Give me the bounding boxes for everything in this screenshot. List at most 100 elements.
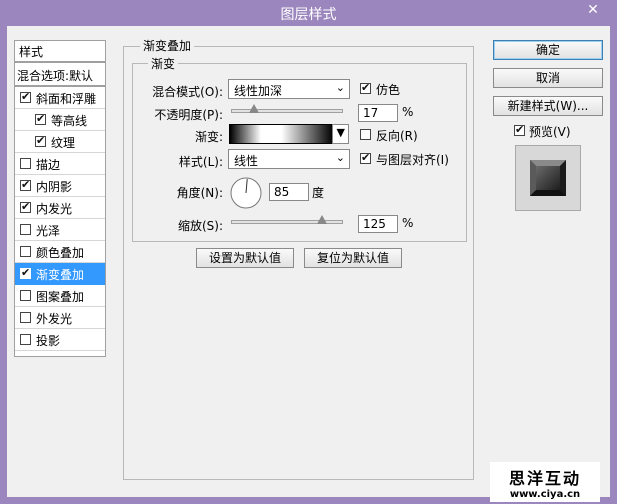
style-list-item[interactable]: ✔ 内阴影 xyxy=(15,175,105,197)
style-list-item[interactable]: 投影 xyxy=(15,329,105,351)
opacity-value: 17 xyxy=(363,106,379,120)
styles-header-label: 样式 xyxy=(19,45,44,59)
gradient-subgroup-title: 渐变 xyxy=(148,55,179,72)
watermark-title: 思洋互动 xyxy=(508,469,581,488)
opacity-percent: % xyxy=(402,105,414,119)
angle-value: 85 xyxy=(274,185,290,199)
style-checkbox[interactable]: ✔ xyxy=(35,112,46,125)
style-list-item-label: 图案叠加 xyxy=(36,290,85,304)
close-icon[interactable]: ✕ xyxy=(573,1,613,19)
preview-label: 预览(V) xyxy=(529,125,571,139)
style-list-item[interactable]: ✔ 纹理 xyxy=(15,131,105,153)
style-list-item-label: 纹理 xyxy=(51,136,76,150)
style-select[interactable]: 线性 ⌄ xyxy=(228,149,350,169)
style-list-item[interactable]: 光泽 xyxy=(15,219,105,241)
window-title: 图层样式 xyxy=(280,7,337,23)
dither-checkbox[interactable]: ✔ xyxy=(360,81,371,94)
check-icon: ✔ xyxy=(36,134,46,147)
preview-swatch xyxy=(530,160,566,196)
check-icon: ✔ xyxy=(36,112,46,125)
style-value: 线性 xyxy=(234,154,259,168)
ok-button[interactable]: 确定 xyxy=(493,40,603,60)
blend-mode-label: 混合模式(O): xyxy=(152,85,223,99)
style-list-item[interactable]: 外发光 xyxy=(15,307,105,329)
style-list-item[interactable]: 图案叠加 xyxy=(15,285,105,307)
scale-input[interactable]: 125 xyxy=(358,215,398,233)
opacity-label: 不透明度(P): xyxy=(154,108,223,122)
angle-input[interactable]: 85 xyxy=(269,183,309,201)
style-checkbox[interactable]: ✔ xyxy=(20,90,31,103)
style-checkbox[interactable] xyxy=(20,224,31,235)
reset-default-button[interactable]: 复位为默认值 xyxy=(304,248,402,268)
style-list-item-label: 等高线 xyxy=(51,114,88,128)
style-list-item-label: 投影 xyxy=(36,334,61,348)
opacity-slider[interactable] xyxy=(231,104,343,113)
style-list-item-label: 描边 xyxy=(36,158,61,172)
blending-options-label: 混合选项:默认 xyxy=(17,69,94,83)
triangle-down-icon: ▼ xyxy=(336,126,345,139)
style-list-item[interactable]: 描边 xyxy=(15,153,105,175)
reverse-label: 反向(R) xyxy=(376,129,418,143)
check-icon: ✔ xyxy=(21,90,31,103)
align-label: 与图层对齐(I) xyxy=(376,153,449,167)
style-list-item-label: 外发光 xyxy=(36,312,73,326)
style-checkbox[interactable] xyxy=(20,312,31,323)
dialog-body: 样式 混合选项:默认 ✔ 斜面和浮雕 ✔ 等高线 ✔ 纹理 描边 ✔ 内阴影 ✔ 内发光 光泽 颜色叠加… xyxy=(7,26,610,497)
style-list-item-label: 光泽 xyxy=(36,224,61,238)
check-icon: ✔ xyxy=(361,151,371,164)
style-list-item-label: 渐变叠加 xyxy=(36,268,85,282)
blend-mode-value: 线性加深 xyxy=(234,84,283,98)
scale-percent: % xyxy=(402,216,414,230)
style-checkbox[interactable]: ✔ xyxy=(20,200,31,213)
style-list-item[interactable]: ✔ 斜面和浮雕 xyxy=(15,87,105,109)
angle-dial[interactable] xyxy=(229,176,263,210)
title-bar: 图层样式 ✕ xyxy=(0,0,617,26)
check-icon: ✔ xyxy=(21,266,31,279)
scale-value: 125 xyxy=(363,217,386,231)
chevron-down-icon: ⌄ xyxy=(335,151,345,164)
scale-slider-thumb[interactable] xyxy=(316,215,327,224)
preview-checkbox[interactable]: ✔ xyxy=(514,123,525,136)
new-style-button[interactable]: 新建样式(W)... xyxy=(493,96,603,116)
angle-unit: 度 xyxy=(312,186,325,200)
style-checkbox[interactable]: ✔ xyxy=(20,266,31,279)
style-list-item-label: 内发光 xyxy=(36,202,73,216)
gradient-overlay-title: 渐变叠加 xyxy=(140,37,195,54)
blend-mode-select[interactable]: 线性加深 ⌄ xyxy=(228,79,350,99)
opacity-slider-thumb[interactable] xyxy=(249,104,260,113)
opacity-input[interactable]: 17 xyxy=(358,104,398,122)
check-icon: ✔ xyxy=(21,200,31,213)
check-icon: ✔ xyxy=(515,123,525,136)
watermark: 思洋互动 www.ciya.cn xyxy=(490,462,600,502)
style-checkbox[interactable]: ✔ xyxy=(20,178,31,191)
angle-label: 角度(N): xyxy=(176,186,223,200)
style-list-item[interactable]: ✔ 渐变叠加 xyxy=(15,263,105,285)
dither-label: 仿色 xyxy=(376,83,401,97)
style-list-item[interactable]: ✔ 内发光 xyxy=(15,197,105,219)
check-icon: ✔ xyxy=(361,81,371,94)
cancel-button[interactable]: 取消 xyxy=(493,68,603,88)
style-checkbox[interactable] xyxy=(20,246,31,257)
style-list-item[interactable]: ✔ 等高线 xyxy=(15,109,105,131)
gradient-dropdown[interactable]: ▼ xyxy=(332,124,349,144)
style-checkbox[interactable] xyxy=(20,290,31,301)
check-icon: ✔ xyxy=(21,178,31,191)
style-preview xyxy=(515,145,581,211)
style-list: ✔ 斜面和浮雕 ✔ 等高线 ✔ 纹理 描边 ✔ 内阴影 ✔ 内发光 光泽 颜色叠加 ✔ 渐变叠加 图案叠加 外发… xyxy=(14,86,106,357)
blending-options[interactable]: 混合选项:默认 xyxy=(14,62,106,86)
scale-slider[interactable] xyxy=(231,215,343,224)
style-list-item-label: 颜色叠加 xyxy=(36,246,85,260)
scale-label: 缩放(S): xyxy=(177,219,223,233)
set-default-button[interactable]: 设置为默认值 xyxy=(196,248,294,268)
style-list-item-label: 内阴影 xyxy=(36,180,73,194)
chevron-down-icon: ⌄ xyxy=(335,81,345,94)
align-checkbox[interactable]: ✔ xyxy=(360,151,371,164)
style-checkbox[interactable] xyxy=(20,334,31,345)
reverse-checkbox[interactable] xyxy=(360,129,371,140)
style-checkbox[interactable]: ✔ xyxy=(35,134,46,147)
styles-header[interactable]: 样式 xyxy=(14,40,106,62)
style-checkbox[interactable] xyxy=(20,158,31,169)
style-list-item[interactable]: 颜色叠加 xyxy=(15,241,105,263)
watermark-url: www.ciya.cn xyxy=(509,489,581,500)
gradient-picker[interactable] xyxy=(229,124,334,144)
